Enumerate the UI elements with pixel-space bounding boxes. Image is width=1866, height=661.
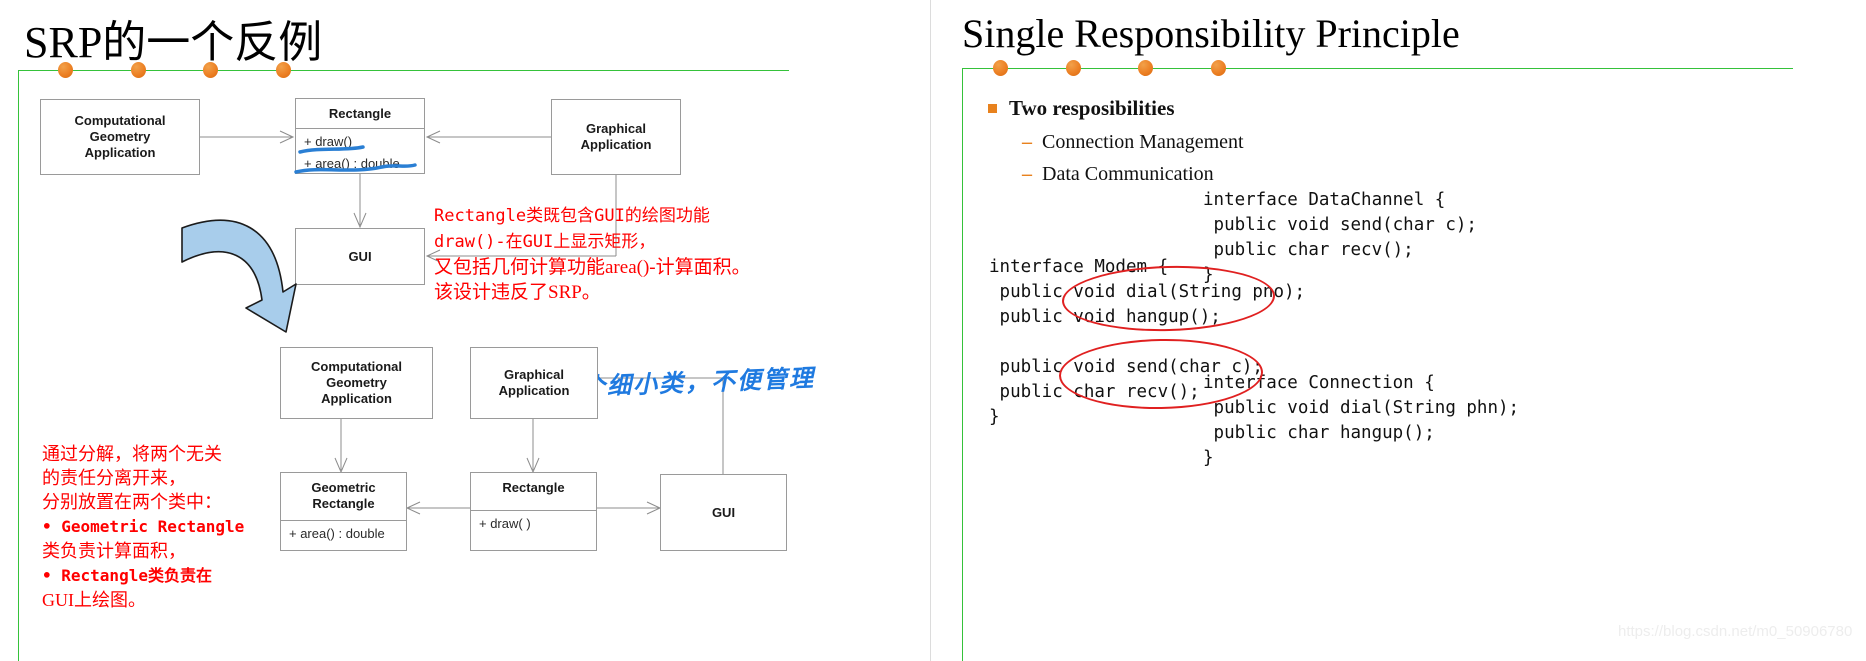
orange-dot-icon [993,60,1008,76]
uml-box-computational-geometry-application-top: Computational Geometry Application [40,99,200,175]
orange-dot-icon [203,62,218,78]
uml-box-header: Computational Geometry Application [311,359,402,406]
bullet-level2-connection-management: – Connection Management [1022,131,1244,154]
orange-dot-icon [131,62,146,78]
uml-box-header: Rectangle [502,480,565,495]
uml-member-draw: + draw() [304,134,353,149]
uml-member-draw: + draw( ) [479,516,531,531]
uml-member-area: + area() : double [289,526,385,541]
dash-bullet-icon: – [1022,163,1032,185]
uml-box-rectangle-top: Rectangle + draw() + area() : double [295,98,425,174]
uml-box-header: GUI [711,504,736,520]
left-slide: SRP的一个反例 Computational Geometry Applicat… [0,0,930,661]
annotation-line-4: 该设计违反了SRP。 [434,282,601,303]
uml-box-header: Geometric Rectangle [311,480,376,511]
annotation-line-3: 又包括几何计算功能area()-计算面积。 [434,257,751,278]
uml-box-header: Graphical Application [580,121,652,152]
uml-box-rectangle-bottom: Rectangle + draw( ) [470,472,597,551]
uml-box-graphical-application-top: Graphical Application [551,99,681,175]
annotation-line-3: 分别放置在两个类中： [42,492,222,512]
orange-dot-icon [1211,60,1226,76]
uml-box-computational-geometry-application-bottom: Computational Geometry Application [280,347,433,419]
bullet-level1-label: Two resposibilities [1009,96,1175,120]
annotation-red-bottom: 通过分解，将两个无关 的责任分离开来， 分别放置在两个类中： • Geometr… [42,442,244,612]
annotation-line-7: GUI上绘图。 [42,590,146,610]
page-title-right: Single Responsibility Principle [962,11,1460,56]
right-slide: Single Responsibility Principle Two resp… [938,0,1866,661]
orange-dot-icon [1138,60,1153,76]
annotation-line-1: Rectangle类既包含GUI的绘图功能 [434,206,710,226]
annotation-line-6: • Rectangle类负责在 [42,566,212,585]
annotation-line-5: 类负责计算面积， [42,541,186,561]
bullet-level2-label: Data Communication [1042,163,1214,185]
annotation-red-top: Rectangle类既包含GUI的绘图功能 draw()-在GUI上显示矩形， … [434,203,751,305]
uml-box-geometric-rectangle: Geometric Rectangle + area() : double [280,472,407,551]
uml-box-gui-top: GUI [295,228,425,285]
annotation-line-1: 通过分解，将两个无关 [42,444,222,464]
dash-bullet-icon: – [1022,131,1032,153]
uml-member-area: + area() : double [304,156,400,171]
bullet-level2-label: Connection Management [1042,131,1244,153]
bullet-level1-two-responsibilities: Two resposibilities [988,96,1175,121]
uml-box-header: Rectangle [328,106,392,121]
uml-box-gui-bottom: GUI [660,474,787,551]
uml-box-header: Computational Geometry Application [74,113,166,160]
uml-box-header: GUI [348,248,372,264]
square-bullet-icon [988,104,997,113]
orange-dot-icon [276,62,291,78]
uml-box-header: Graphical Application [498,367,570,398]
orange-dot-icon [58,62,73,78]
orange-dot-icon [1066,60,1081,76]
bullet-level2-data-communication: – Data Communication [1022,163,1214,186]
annotation-line-2: 的责任分离开来， [42,468,186,488]
uml-box-graphical-application-bottom: Graphical Application [470,347,598,419]
page-title-left: SRP的一个反例 [24,18,323,67]
annotation-line-4: • Geometric Rectangle [42,517,245,536]
annotation-line-2: draw()-在GUI上显示矩形， [434,232,656,252]
watermark-url: https://blog.csdn.net/m0_50906780 [1618,623,1853,640]
